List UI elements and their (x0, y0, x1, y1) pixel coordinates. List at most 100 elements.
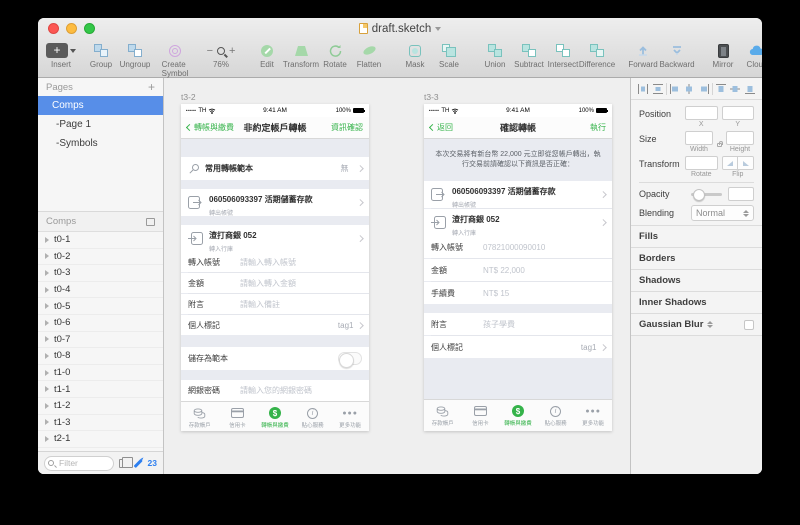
layer-row[interactable]: t1-0 (38, 365, 163, 382)
align-left-icon[interactable] (669, 83, 681, 95)
artboard-label[interactable]: t3-3 (424, 92, 612, 102)
page-item-symbols[interactable]: -Symbols (38, 134, 163, 153)
page-item-comps[interactable]: Comps (38, 96, 163, 115)
tab-more[interactable]: ●●● 更多功能 (331, 407, 369, 429)
tab-credit-card[interactable]: 信用卡 (462, 405, 500, 427)
flatten-button[interactable]: Flatten (356, 42, 382, 69)
insert-button[interactable]: + Insert (48, 42, 74, 69)
scale-button[interactable]: Scale (436, 42, 462, 69)
blending-select[interactable]: Normal (691, 205, 754, 221)
disclosure-icon[interactable] (45, 336, 49, 342)
lock-icon[interactable] (717, 143, 722, 147)
forward-button[interactable]: Forward (630, 42, 656, 69)
artboard-t3-2[interactable]: •••••TH 9:41 AM 100% 轉帳與繳費 非約定帳戶轉帳 資訊確認 … (181, 104, 369, 431)
layer-row[interactable]: t0-3 (38, 265, 163, 282)
rotate-button[interactable]: Rotate (322, 42, 348, 69)
tab-credit-card[interactable]: 信用卡 (219, 407, 257, 429)
filter-input[interactable] (44, 456, 114, 471)
distribute-horizontal-icon[interactable] (637, 83, 649, 95)
disclosure-icon[interactable] (45, 287, 49, 293)
back-button[interactable]: 返回 (430, 122, 500, 133)
artboard-list-icon[interactable] (146, 218, 155, 226)
position-x-input[interactable] (685, 106, 718, 120)
layer-row[interactable]: t1-1 (38, 381, 163, 398)
ungroup-button[interactable]: Ungroup (122, 42, 148, 69)
section-borders[interactable]: Borders (631, 247, 762, 269)
artboard-label[interactable]: t3-2 (181, 92, 369, 102)
union-button[interactable]: Union (482, 42, 508, 69)
create-symbol-button[interactable]: Create Symbol (162, 42, 188, 78)
layer-row[interactable]: t1-2 (38, 398, 163, 415)
layer-row[interactable]: t0-8 (38, 348, 163, 365)
align-middle-icon[interactable] (729, 83, 741, 95)
layer-row[interactable]: t0-1 (38, 232, 163, 249)
align-bottom-icon[interactable] (744, 83, 756, 95)
flip-horizontal-button[interactable] (723, 157, 738, 169)
difference-button[interactable]: Difference (584, 42, 610, 69)
pages-icon[interactable] (119, 459, 128, 468)
from-account-row[interactable]: 060506093397 活期儲蓄存款轉出帳號 (181, 189, 369, 216)
mirror-button[interactable]: Mirror (710, 42, 736, 69)
pencil-icon[interactable] (133, 459, 142, 468)
tab-transfer[interactable]: $ 轉帳與繳費 (256, 407, 294, 429)
layer-row[interactable]: t0-2 (38, 249, 163, 266)
mask-button[interactable]: Mask (402, 42, 428, 69)
layer-row[interactable]: t0-4 (38, 282, 163, 299)
align-top-icon[interactable] (715, 83, 727, 95)
zoom-control[interactable]: −+ 76% (208, 42, 234, 69)
zoom-out-button[interactable]: − (207, 46, 213, 56)
transform-button[interactable]: Transform (288, 42, 314, 69)
section-fills[interactable]: Fills (631, 225, 762, 247)
template-row[interactable]: 常用轉帳範本 無 (181, 157, 369, 180)
tab-transfer[interactable]: $ 轉帳與繳費 (499, 405, 537, 427)
height-input[interactable] (726, 131, 754, 145)
canvas[interactable]: t3-2 •••••TH 9:41 AM 100% 轉帳與繳費 非約定帳戶轉帳 … (164, 78, 630, 474)
from-account-row[interactable]: 060506093397 活期儲蓄存款轉出帳號 (424, 181, 612, 208)
section-shadows[interactable]: Shadows (631, 269, 762, 291)
opacity-input[interactable] (728, 187, 754, 201)
account-number-field[interactable]: 轉入帳號 請輸入轉入帳號 (181, 252, 369, 272)
layer-row[interactable]: t2-1 (38, 431, 163, 448)
to-bank-row[interactable]: 渣打商銀 052轉入行庫 (424, 209, 612, 236)
group-button[interactable]: Group (88, 42, 114, 69)
zoom-in-button[interactable]: + (229, 46, 235, 56)
tab-accounts[interactable]: 存款帳戶 (424, 405, 462, 427)
personal-tag-row[interactable]: 個人標記 tag1 (181, 315, 369, 335)
section-inner-shadows[interactable]: Inner Shadows (631, 291, 762, 313)
align-right-icon[interactable] (698, 83, 710, 95)
add-page-button[interactable]: + (148, 83, 155, 92)
page-item-page1[interactable]: -Page 1 (38, 115, 163, 134)
layer-row[interactable]: t0-7 (38, 332, 163, 349)
disclosure-icon[interactable] (45, 270, 49, 276)
password-field[interactable]: 網銀密碼 請輸入您的網銀密碼 (181, 380, 369, 401)
edit-button[interactable]: Edit (254, 42, 280, 69)
tab-accounts[interactable]: 存款帳戶 (181, 407, 219, 429)
back-button[interactable]: 轉帳與繳費 (187, 122, 244, 133)
layer-row[interactable]: t1-3 (38, 415, 163, 432)
blur-checkbox[interactable] (744, 320, 754, 330)
distribute-vertical-icon[interactable] (652, 83, 664, 95)
disclosure-icon[interactable] (45, 370, 49, 376)
disclosure-icon[interactable] (45, 436, 49, 442)
memo-field[interactable]: 附言 請輸入備註 (181, 294, 369, 314)
layer-row[interactable]: t0-6 (38, 315, 163, 332)
rotate-input[interactable] (685, 156, 718, 170)
disclosure-icon[interactable] (45, 353, 49, 359)
cloud-button[interactable]: Cloud (744, 42, 762, 69)
flip-vertical-button[interactable] (737, 157, 753, 169)
align-center-horizontal-icon[interactable] (683, 83, 695, 95)
width-input[interactable] (685, 131, 713, 145)
tab-services[interactable]: i 貼心服務 (537, 405, 575, 427)
artboard-t3-3[interactable]: •••••TH 9:41 AM 100% 返回 確認轉帳 執行 本次交易將有新台… (424, 104, 612, 431)
disclosure-icon[interactable] (45, 320, 49, 326)
amount-field[interactable]: 金額 請輸入轉入金額 (181, 273, 369, 293)
personal-tag-row[interactable]: 個人標記 tag1 (424, 336, 612, 358)
execute-button[interactable]: 執行 (536, 122, 606, 133)
section-gaussian-blur[interactable]: Gaussian Blur (631, 313, 762, 335)
backward-button[interactable]: Backward (664, 42, 690, 69)
subtract-button[interactable]: Subtract (516, 42, 542, 69)
intersect-button[interactable]: Intersect (550, 42, 576, 69)
layer-row[interactable]: t0-5 (38, 298, 163, 315)
disclosure-icon[interactable] (45, 237, 49, 243)
disclosure-icon[interactable] (45, 303, 49, 309)
